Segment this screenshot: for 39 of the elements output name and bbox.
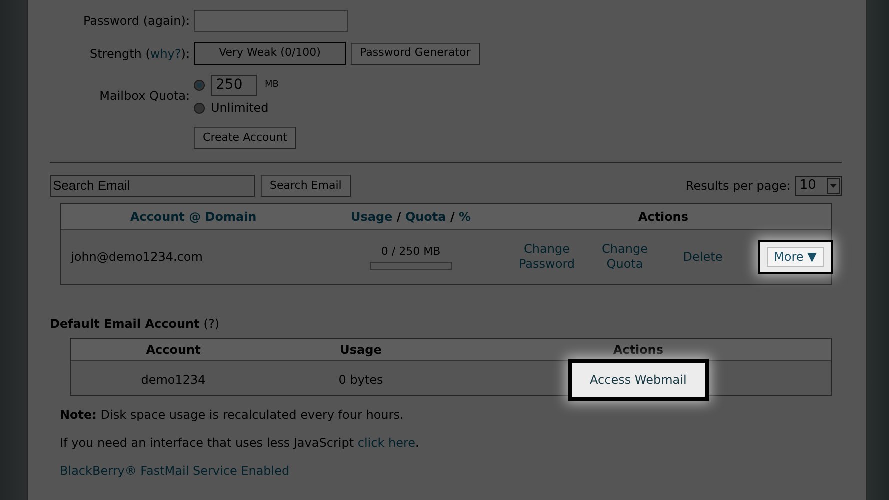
column-header: Account: [145, 342, 202, 358]
section-title: Default Email Account: [50, 316, 200, 333]
field-label: Strength (why?):: [88, 46, 192, 62]
disk-space-note: Note: Disk space usage is recalculated every four hours.: [60, 407, 405, 424]
account-cell-text: demo1234: [140, 372, 207, 389]
usage-cell-text: 0 / 250 MB: [381, 244, 441, 260]
more-button[interactable]: More ▼: [767, 247, 824, 267]
click-here-link[interactable]: click here: [358, 436, 416, 450]
blackberry-status: BlackBerry® FastMail Service Enabled: [60, 463, 291, 480]
usage-cell-text: 0 bytes: [338, 372, 384, 389]
javascript-note: If you need an interface that uses less JavaScript click here.: [60, 435, 420, 452]
column-header: Actions: [612, 342, 664, 358]
field-label: Mailbox Quota:: [98, 88, 192, 105]
action-link[interactable]: Change Password: [516, 242, 578, 272]
column-header: Actions: [637, 208, 690, 226]
password-again-field[interactable]: [194, 10, 348, 32]
caret-icon: [826, 178, 840, 194]
radio-button[interactable]: [194, 102, 206, 114]
password-generator-button[interactable]: Password Generator: [351, 42, 480, 64]
create-account-button[interactable]: Create Account: [194, 127, 296, 149]
help-link[interactable]: (?): [204, 315, 220, 333]
field-label: Password (again):: [82, 13, 192, 30]
search-email-button[interactable]: Search Email: [261, 175, 351, 197]
radio-button[interactable]: [194, 80, 206, 91]
strength-meter: Very Weak (0/100): [194, 42, 346, 65]
action-link[interactable]: Change Quota: [594, 242, 656, 272]
results-per-page-select[interactable]: 10: [794, 176, 842, 196]
action-link[interactable]: Delete: [672, 250, 734, 264]
column-header: Usage / Quota / %: [350, 208, 472, 226]
results-label: Results per page:: [686, 178, 791, 195]
account-cell-text: john@demo1234.com: [70, 249, 204, 266]
why-link[interactable]: why?: [150, 46, 182, 60]
quota-field[interactable]: 250: [211, 75, 258, 96]
column-header: Account @ Domain: [129, 208, 258, 226]
radio-label: Unlimited: [211, 100, 269, 117]
column-header: Usage: [339, 342, 383, 358]
unit-label: MB: [265, 78, 279, 92]
search-field[interactable]: Search Email: [50, 175, 256, 197]
access-webmail-link[interactable]: Access Webmail: [570, 361, 707, 399]
